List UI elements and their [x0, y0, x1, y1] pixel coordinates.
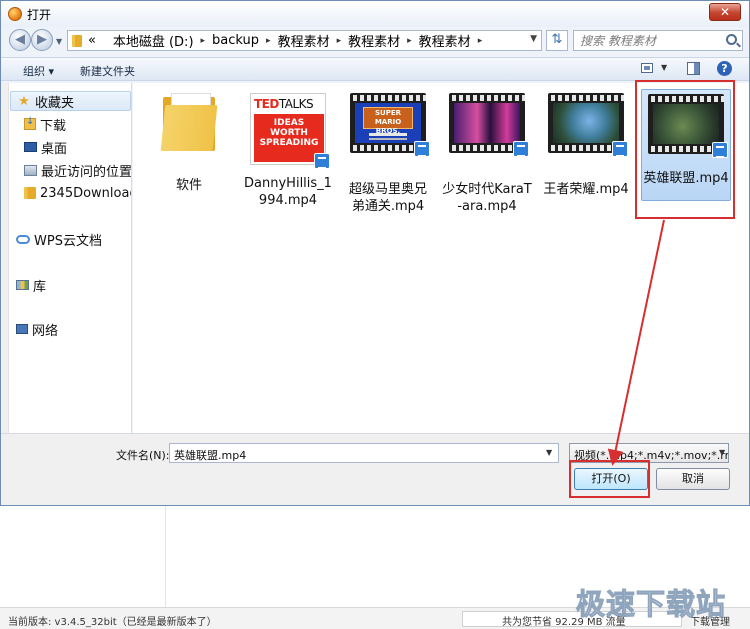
mario-title-line1: SUPER: [374, 109, 402, 117]
recent-locations-dropdown-icon[interactable]: ▼: [56, 37, 62, 46]
title-bar: 打开 ✕: [1, 1, 749, 27]
recent-places-icon: [24, 164, 37, 176]
folder-icon: [72, 34, 82, 47]
file-item-video[interactable]: SUPER MARIO BROS. 超级马里奥兄弟通关.mp4: [343, 89, 433, 215]
breadcrumb-separator[interactable]: ▸: [201, 36, 206, 46]
search-input[interactable]: [580, 33, 720, 48]
filename-dropdown-icon[interactable]: ▼: [546, 448, 552, 457]
search-box[interactable]: [573, 30, 743, 51]
toolbar: 组织 ▾ 新建文件夹 ▼ ?: [1, 57, 749, 81]
desktop-icon: [24, 142, 37, 152]
file-name: DannyHillis_1994.mp4: [244, 176, 332, 208]
file-item-folder[interactable]: 软件: [144, 89, 234, 194]
nav-item-label: 网络: [32, 323, 59, 339]
nav-item-label: WPS云文档: [34, 233, 102, 249]
breadcrumb-separator[interactable]: ▸: [407, 36, 412, 46]
file-thumbnail: [144, 89, 234, 159]
organize-button[interactable]: 组织 ▾: [23, 63, 54, 79]
breadcrumb-item[interactable]: backup: [212, 33, 259, 48]
file-item-video[interactable]: 王者荣耀.mp4: [541, 89, 631, 198]
nav-item-label: 收藏夹: [35, 95, 75, 111]
ted-brand: TED: [254, 97, 279, 111]
nav-item-label: 桌面: [41, 141, 68, 157]
file-thumbnail: TEDTALKS IDEAS WORTH SPREADING: [243, 89, 333, 171]
library-icon: [16, 280, 29, 290]
file-name: 超级马里奥兄弟通关.mp4: [348, 182, 427, 214]
network-icon: [16, 324, 28, 334]
breadcrumb-item[interactable]: 教程素材: [278, 31, 330, 50]
file-name: 少女时代KaraT-ara.mp4: [442, 182, 532, 214]
star-icon: ★: [18, 93, 30, 109]
file-name: 王者荣耀.mp4: [543, 182, 629, 197]
open-file-dialog: 打开 ✕ ◀ ▶ ▼ « 本地磁盘 (D:) ▸ backup ▸ 教程素材 ▸…: [0, 0, 750, 506]
file-item-video[interactable]: TEDTALKS IDEAS WORTH SPREADING DannyHill…: [243, 89, 333, 209]
background-app-divider: [165, 506, 166, 607]
help-icon[interactable]: ?: [717, 61, 732, 76]
file-thumbnail: [541, 89, 631, 159]
change-view-icon[interactable]: [641, 63, 653, 73]
breadcrumb-separator[interactable]: ▸: [478, 36, 483, 46]
nav-item-wps-cloud[interactable]: WPS云文档: [10, 229, 131, 249]
file-thumbnail: SUPER MARIO BROS.: [343, 89, 433, 159]
address-row: ◀ ▶ ▼ « 本地磁盘 (D:) ▸ backup ▸ 教程素材 ▸ 教程素材…: [1, 27, 749, 55]
address-dropdown-icon[interactable]: ▼: [530, 34, 537, 44]
file-type-dropdown-icon[interactable]: ▼: [719, 448, 725, 457]
window-title: 打开: [27, 8, 52, 22]
app-icon: [8, 7, 22, 21]
cloud-icon: [16, 234, 30, 244]
nav-item-favorites[interactable]: ★ 收藏夹: [10, 91, 131, 111]
ted-brand-suffix: TALKS: [278, 97, 314, 111]
nav-item-label: 最近访问的位置: [41, 164, 131, 180]
breadcrumb[interactable]: « 本地磁盘 (D:) ▸ backup ▸ 教程素材 ▸ 教程素材 ▸ 教程素…: [67, 30, 542, 51]
nav-item-desktop[interactable]: 桌面: [10, 137, 131, 157]
file-thumbnail: [442, 89, 532, 159]
back-button[interactable]: ◀: [9, 29, 31, 51]
mario-title-frame: SUPER MARIO BROS.: [355, 103, 421, 143]
breadcrumb-item[interactable]: 教程素材: [348, 31, 400, 50]
forward-button[interactable]: ▶: [31, 29, 53, 51]
music-video-frame: [454, 103, 520, 143]
search-icon[interactable]: [726, 34, 737, 45]
close-button[interactable]: ✕: [709, 3, 741, 21]
video-file-icon: [414, 141, 430, 157]
refresh-button[interactable]: ⇅: [546, 30, 568, 51]
folder-icon: [24, 187, 36, 199]
file-name: 软件: [175, 178, 202, 193]
new-folder-button[interactable]: 新建文件夹: [80, 63, 135, 79]
cancel-button[interactable]: 取消: [656, 468, 730, 490]
download-folder-icon: [24, 116, 36, 130]
video-file-icon: [314, 153, 330, 169]
nav-item-downloads[interactable]: 下载: [10, 114, 131, 134]
game-frame: [553, 103, 619, 143]
nav-item-label: 2345Downloads: [40, 185, 131, 201]
nav-scrollbar[interactable]: [1, 83, 9, 433]
nav-item-2345downloads[interactable]: 2345Downloads: [10, 183, 131, 203]
file-item-video[interactable]: 少女时代KaraT-ara.mp4: [442, 89, 532, 215]
preview-pane-icon[interactable]: [687, 62, 700, 75]
video-file-icon: [513, 141, 529, 157]
nav-item-network[interactable]: 网络: [10, 319, 131, 339]
view-options-dropdown-icon[interactable]: ▼: [661, 63, 667, 72]
open-button-highlight: [569, 460, 650, 498]
version-text: 当前版本: v3.4.5_32bit（已经是最新版本了）: [8, 617, 217, 628]
selected-file-highlight: [635, 80, 735, 219]
breadcrumb-overflow[interactable]: «: [88, 33, 96, 48]
video-file-icon: [612, 141, 628, 157]
breadcrumb-item[interactable]: 教程素材: [419, 31, 471, 50]
navigation-pane: ★ 收藏夹 下载 桌面 最近访问的位置 2345Downloads WPS云文档…: [1, 83, 132, 433]
breadcrumb-separator[interactable]: ▸: [337, 36, 342, 46]
filename-label: 文件名(N):: [116, 449, 170, 462]
nav-item-label: 库: [33, 279, 47, 295]
breadcrumb-separator[interactable]: ▸: [266, 36, 271, 46]
breadcrumb-item[interactable]: 本地磁盘 (D:): [113, 31, 194, 50]
nav-item-label: 下载: [40, 118, 67, 134]
breadcrumb-separator: [103, 36, 106, 46]
nav-item-recent-places[interactable]: 最近访问的位置: [10, 160, 131, 180]
watermark: 极速下载站: [575, 587, 727, 622]
folder-icon: [160, 93, 218, 151]
filename-input[interactable]: 英雄联盟.mp4: [169, 443, 559, 463]
nav-item-libraries[interactable]: 库: [10, 275, 131, 295]
